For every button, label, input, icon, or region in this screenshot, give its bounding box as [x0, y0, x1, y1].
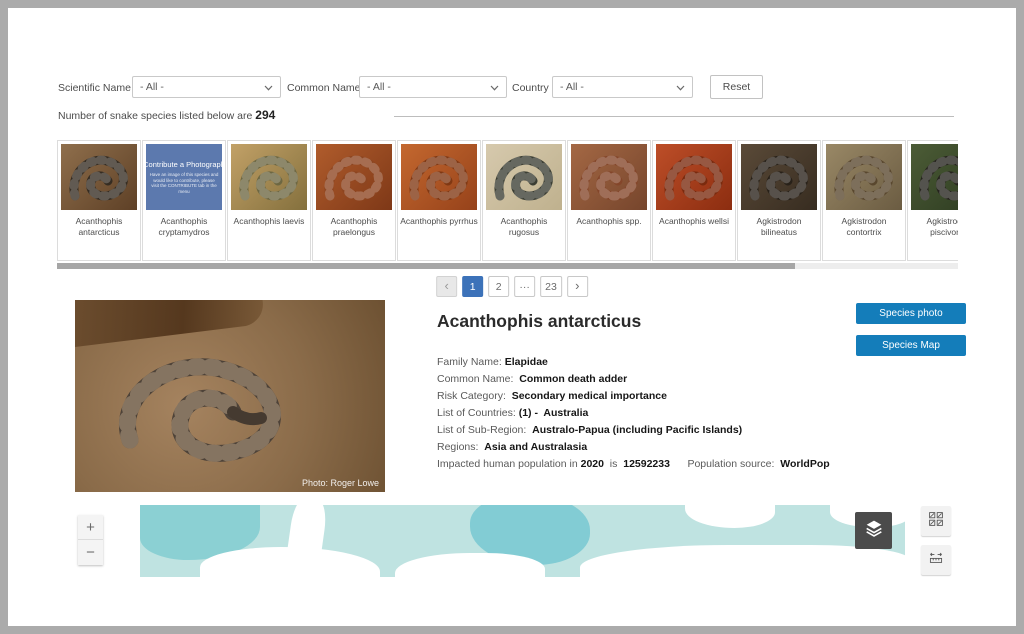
species-title: Acanthophis antarcticus — [437, 311, 641, 332]
contribute-photo-card[interactable]: Contribute a Photograph Have an image of… — [146, 144, 222, 210]
species-thumbnail — [911, 144, 958, 210]
species-card-label: Acanthophis spp. — [568, 216, 650, 227]
common-name-value: - All - — [367, 81, 391, 93]
species-card-label: Agkistrodon piscivorus — [908, 216, 958, 238]
snake-thumbnail-illustration — [571, 144, 647, 210]
zoom-in-button[interactable]: + — [78, 515, 103, 540]
snake-thumbnail-illustration — [656, 144, 732, 210]
photo-credit: Photo: Roger Lowe — [302, 478, 379, 488]
page-1[interactable]: 1 — [462, 276, 483, 297]
species-thumbnail — [826, 144, 902, 210]
species-card[interactable]: Agkistrodon bilineatus — [737, 140, 821, 261]
species-field-line: Regions: Asia and Australasia — [437, 439, 830, 456]
species-card[interactable]: Acanthophis antarcticus — [57, 140, 141, 261]
map-zoom-control: + − — [78, 515, 103, 565]
snake-thumbnail-illustration — [231, 144, 307, 210]
species-card[interactable]: Acanthophis laevis — [227, 140, 311, 261]
species-thumbnail — [316, 144, 392, 210]
species-card-label: Acanthophis antarcticus — [58, 216, 140, 238]
common-name-select[interactable]: - All - — [359, 76, 507, 98]
map-landmass — [395, 553, 545, 577]
species-thumbnail — [401, 144, 477, 210]
species-field-line: Risk Category: Secondary medical importa… — [437, 388, 830, 405]
species-thumbnail — [656, 144, 732, 210]
species-card-label: Agkistrodon contortrix — [823, 216, 905, 238]
species-card[interactable]: Acanthophis rugosus — [482, 140, 566, 261]
scientific-name-value: - All - — [140, 81, 164, 93]
species-map-canvas[interactable] — [140, 505, 905, 577]
contribute-title: Contribute a Photograph — [143, 160, 225, 169]
country-select[interactable]: - All - — [552, 76, 693, 98]
carousel-scrollbar-track[interactable] — [57, 263, 958, 269]
species-card[interactable]: Agkistrodon piscivorus — [907, 140, 958, 261]
scientific-name-select[interactable]: - All - — [132, 76, 281, 98]
country-value: - All - — [560, 81, 584, 93]
contribute-note: Have an image of this species and would … — [149, 172, 219, 194]
species-fields: Family Name: ElapidaeCommon Name: Common… — [437, 354, 830, 473]
species-thumbnail — [486, 144, 562, 210]
species-photo-button[interactable]: Species photo — [856, 303, 966, 324]
species-field-line: List of Sub-Region: Australo-Papua (incl… — [437, 422, 830, 439]
chevron-down-icon — [676, 78, 685, 96]
species-detail-photo: Photo: Roger Lowe — [75, 300, 385, 492]
basemap-grid-button[interactable] — [921, 506, 951, 536]
common-name-label: Common Name — [287, 82, 361, 94]
snake-database-page: Scientific Name - All - Common Name - Al… — [8, 8, 1016, 626]
species-thumbnail — [741, 144, 817, 210]
snake-thumbnail-illustration — [741, 144, 817, 210]
page-2[interactable]: 2 — [488, 276, 509, 297]
species-thumbnail — [571, 144, 647, 210]
snake-illustration — [75, 300, 385, 492]
map-landmass — [580, 545, 905, 577]
snake-thumbnail-illustration — [486, 144, 562, 210]
page-23[interactable]: 23 — [540, 276, 562, 297]
snake-thumbnail-illustration — [911, 144, 958, 210]
chevron-down-icon — [490, 78, 499, 96]
snake-thumbnail-illustration — [316, 144, 392, 210]
map-landmass — [685, 505, 775, 528]
chevron-down-icon — [264, 78, 273, 96]
species-field-line: Impacted human population in 2020 is 125… — [437, 456, 830, 473]
divider-line — [394, 116, 954, 117]
species-map-button[interactable]: Species Map — [856, 335, 966, 356]
species-card-label: Agkistrodon bilineatus — [738, 216, 820, 238]
scientific-name-label: Scientific Name — [58, 82, 131, 94]
snake-thumbnail-illustration — [826, 144, 902, 210]
basemap-grid-icon — [928, 511, 944, 532]
species-card[interactable]: Contribute a Photograph Have an image of… — [142, 140, 226, 261]
measure-icon — [928, 550, 944, 571]
reset-button[interactable]: Reset — [710, 75, 763, 99]
species-card[interactable]: Acanthophis pyrrhus — [397, 140, 481, 261]
snake-thumbnail-illustration — [61, 144, 137, 210]
species-field-line: Family Name: Elapidae — [437, 354, 830, 371]
species-field-line: Common Name: Common death adder — [437, 371, 830, 388]
species-card-label: Acanthophis praelongus — [313, 216, 395, 238]
species-thumbnail — [231, 144, 307, 210]
species-field-line: List of Countries: (1) - Australia — [437, 405, 830, 422]
species-card[interactable]: Acanthophis praelongus — [312, 140, 396, 261]
measure-button[interactable] — [921, 545, 951, 575]
species-card[interactable]: Acanthophis spp. — [567, 140, 651, 261]
zoom-out-button[interactable]: − — [78, 540, 103, 565]
carousel-scrollbar-thumb[interactable] — [57, 263, 795, 269]
species-card-label: Acanthophis laevis — [228, 216, 310, 227]
species-card-label: Acanthophis rugosus — [483, 216, 565, 238]
species-count-text: Number of snake species listed below are… — [58, 108, 275, 122]
snake-thumbnail-illustration — [401, 144, 477, 210]
species-card-label: Acanthophis cryptamydros — [143, 216, 225, 238]
layers-button[interactable] — [855, 512, 892, 549]
next-page[interactable]: › — [567, 276, 588, 297]
country-label: Country — [512, 82, 549, 94]
species-count-value: 294 — [255, 108, 275, 122]
species-card-label: Acanthophis wellsi — [653, 216, 735, 227]
prev-page[interactable]: ‹ — [436, 276, 457, 297]
species-card-label: Acanthophis pyrrhus — [398, 216, 480, 227]
pagination: ‹ 1 2 ··· 23 › — [436, 276, 588, 297]
species-card[interactable]: Agkistrodon contortrix — [822, 140, 906, 261]
ellipsis[interactable]: ··· — [514, 276, 535, 297]
species-carousel: Acanthophis antarcticus Contribute a Pho… — [57, 140, 958, 263]
species-thumbnail — [61, 144, 137, 210]
layers-icon — [863, 517, 885, 544]
species-card[interactable]: Acanthophis wellsi — [652, 140, 736, 261]
